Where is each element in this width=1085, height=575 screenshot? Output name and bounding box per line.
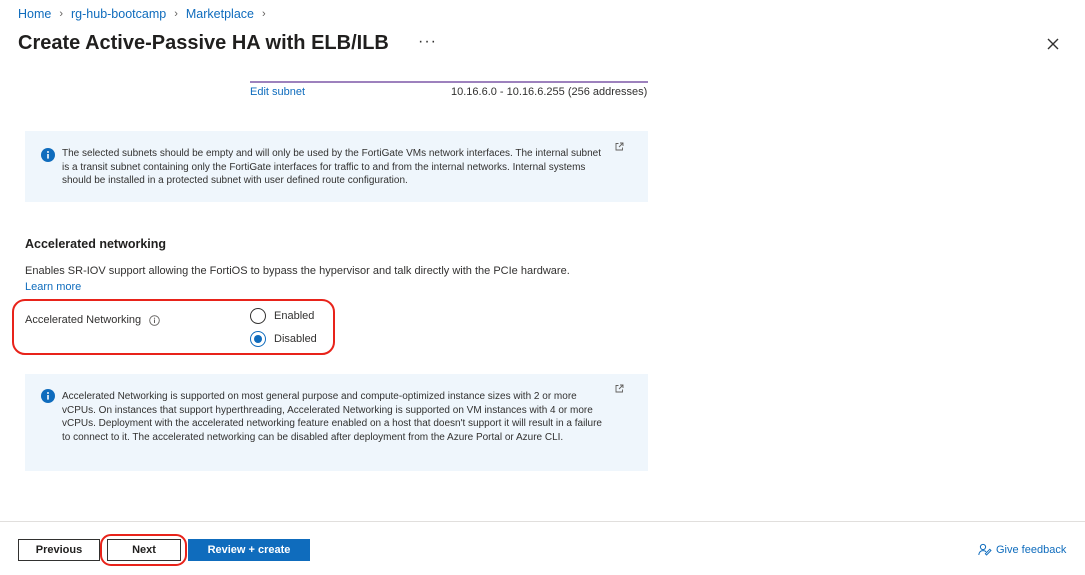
breadcrumb: Home › rg-hub-bootcamp › Marketplace › — [18, 7, 274, 21]
subnet-info-text: The selected subnets should be empty and… — [62, 148, 601, 186]
radio-enabled-circle[interactable] — [250, 308, 266, 324]
radio-enabled-label: Enabled — [274, 310, 315, 322]
info-icon — [41, 148, 55, 162]
external-link-icon[interactable] — [615, 142, 624, 151]
radio-enabled[interactable]: Enabled — [250, 308, 314, 324]
chevron-right-icon: › — [261, 8, 266, 20]
radio-disabled-circle[interactable] — [250, 331, 266, 347]
info-icon — [41, 389, 55, 403]
breadcrumb-home[interactable]: Home — [18, 7, 51, 21]
accelerated-networking-field: Accelerated Networking — [25, 314, 160, 326]
previous-button[interactable]: Previous — [18, 539, 100, 561]
breadcrumb-marketplace[interactable]: Marketplace — [186, 7, 254, 21]
accelerated-info-text: Accelerated Networking is supported on m… — [62, 391, 602, 443]
external-link-icon[interactable] — [615, 384, 624, 393]
chevron-right-icon: › — [174, 8, 178, 20]
next-button[interactable]: Next — [107, 539, 181, 561]
footer-divider — [0, 521, 1085, 522]
close-button[interactable] — [1045, 36, 1061, 52]
more-options-button[interactable]: ··· — [418, 33, 437, 51]
learn-more-link[interactable]: Learn more — [25, 281, 81, 293]
feedback-icon — [978, 543, 992, 556]
page-title: Create Active-Passive HA with ELB/ILB — [18, 32, 389, 54]
info-tooltip-icon[interactable] — [149, 314, 160, 326]
radio-disabled-label: Disabled — [274, 333, 317, 345]
subnet-address-range: 10.16.6.0 - 10.16.6.255 (256 addresses) — [451, 86, 648, 98]
subnet-info-box: The selected subnets should be empty and… — [25, 131, 648, 202]
close-icon — [1047, 38, 1059, 50]
radio-disabled[interactable]: Disabled — [250, 331, 317, 347]
breadcrumb-resource-group[interactable]: rg-hub-bootcamp — [71, 7, 166, 21]
chevron-right-icon: › — [59, 8, 64, 20]
accelerated-networking-label: Accelerated Networking — [25, 314, 142, 326]
give-feedback-link[interactable]: Give feedback — [978, 543, 1066, 556]
accelerated-networking-description: Enables SR-IOV support allowing the Fort… — [25, 265, 570, 277]
accelerated-info-box: Accelerated Networking is supported on m… — [25, 374, 648, 471]
edit-subnet-link[interactable]: Edit subnet — [250, 86, 305, 98]
give-feedback-label: Give feedback — [996, 543, 1067, 556]
review-create-button[interactable]: Review + create — [188, 539, 310, 561]
accelerated-networking-heading: Accelerated networking — [25, 237, 167, 251]
subnet-dropdown-edge[interactable] — [250, 81, 648, 83]
